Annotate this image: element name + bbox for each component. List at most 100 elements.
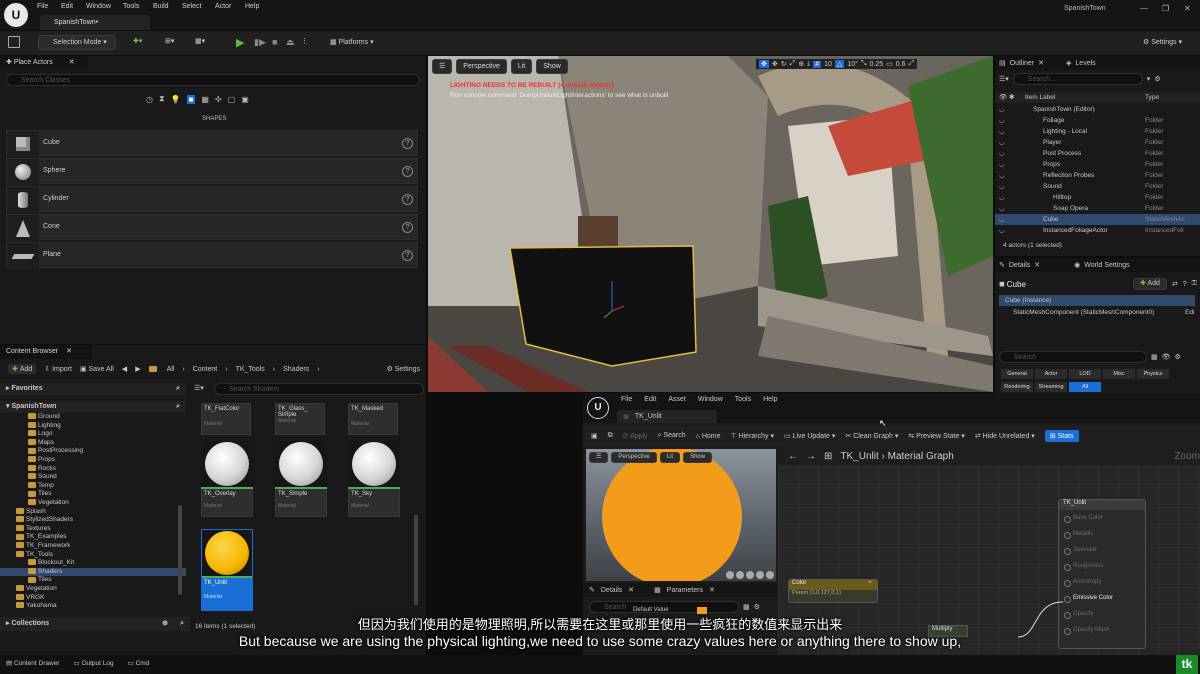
help-icon[interactable]: ? [402,222,413,233]
scale-icon[interactable]: ⤢ [790,60,796,68]
preview-cube-icon[interactable] [756,571,764,579]
tree-folder[interactable]: Rocks [0,465,186,474]
forward-icon[interactable]: ▶ [135,365,140,373]
breadcrumb-item[interactable]: Shaders [283,366,309,373]
eye-icon[interactable]: 👁 [1162,353,1171,361]
visual-effects-icon[interactable]: ✣ [215,95,222,104]
tree-folder[interactable]: Vegetation [0,585,186,594]
filter-icon[interactable]: ☰▾ [999,75,1009,83]
outliner-row[interactable]: ◡ Props Folder [995,159,1200,170]
lock-icon[interactable]: ⚿ [1192,280,1197,288]
tree-folder[interactable]: Blockout_Kit [0,559,186,568]
maximize-icon[interactable]: ❐ [1162,4,1169,13]
menu-edit[interactable]: Edit [61,3,73,10]
breadcrumb-item[interactable]: TK_Tools [236,366,265,373]
visibility-eye-icon[interactable]: ◡ [999,104,1005,115]
preview-mesh-icon[interactable] [766,571,774,579]
visibility-eye-icon[interactable]: ◡ [999,181,1005,192]
add-component-button[interactable]: ✚ Add [1132,278,1167,290]
outliner-search-input[interactable]: Search... [1012,73,1143,85]
rotate-icon[interactable]: ↻ [781,60,787,68]
save-all-button[interactable]: ▣ Save All [80,365,114,374]
outliner-row[interactable]: ◡ Soap Opera Folder [995,203,1200,214]
visibility-eye-icon[interactable]: ◡ [999,148,1005,159]
asset-scrollbar[interactable] [414,515,418,605]
grid-size[interactable]: 10 [824,61,832,68]
tree-folder[interactable]: TK_Framework [0,542,186,551]
details-tab[interactable]: Details [601,587,622,594]
asset-tile[interactable]: TK_Masked Material [348,403,398,435]
home-button[interactable]: ⌂ Home [696,433,721,440]
details-filter-general[interactable]: General [1001,369,1033,379]
levels-tab[interactable]: Levels [1075,60,1095,67]
component-row[interactable]: StaticMeshComponent (StaticMeshComponent… [1013,309,1200,316]
search-shaders-input[interactable]: Search Shaders [214,383,424,395]
shape-cone[interactable]: Cone ? [6,214,418,241]
details-filter-physics[interactable]: Physics [1137,369,1169,379]
details-filter-misc[interactable]: Misc [1103,369,1135,379]
browse-icon[interactable]: ⧉ [608,432,613,440]
menu-edit[interactable]: Edit [644,396,656,403]
close-tab-icon[interactable]: ✕ [66,348,72,355]
outliner-row[interactable]: ◡ Player Folder [995,137,1200,148]
tree-folder[interactable]: Ground [0,413,186,422]
tree-scrollbar[interactable] [178,505,182,595]
perspective-button[interactable]: Perspective [611,452,657,463]
selection-mode-dropdown[interactable]: Selection Mode ▾ [38,35,116,50]
import-button[interactable]: ⇩ Import [44,365,72,374]
parameters-tab[interactable]: Parameters [667,587,703,594]
apply-button[interactable]: ⟳ Apply [623,432,648,440]
edit-link[interactable]: Edi [1185,309,1194,316]
step-icon[interactable]: ▮▶ [254,37,266,48]
outliner-row[interactable]: ◡ SpanishTown (Editor) [995,104,1200,115]
perspective-button[interactable]: Perspective [456,59,507,74]
lights-icon[interactable]: 💡 [171,95,181,104]
menu-help[interactable]: Help [763,396,777,403]
grid-snap-icon[interactable]: # [813,60,822,68]
add-actor-icon[interactable]: ✚▾ [133,37,142,45]
menu-help[interactable]: Help [245,3,259,10]
output-log-button[interactable]: ▭ Output Log [73,659,113,667]
outliner-tab[interactable]: Outliner [1010,60,1035,67]
menu-file[interactable]: File [621,396,632,403]
save-icon[interactable]: ▣ [591,432,598,440]
recent-icon[interactable]: ◷ [146,95,153,104]
show-button[interactable]: Show [683,452,713,463]
save-icon[interactable] [8,36,20,48]
hierarchy-button[interactable]: ⊤ Hierarchy ▾ [731,432,774,440]
tree-folder[interactable]: Tiles [0,576,186,585]
tree-folder[interactable]: TK_Examples [0,533,186,542]
play-icon[interactable]: ▶ [236,36,244,49]
tree-folder[interactable]: StylizedShaders [0,516,186,525]
tree-folder[interactable]: Lighting [0,422,186,431]
help-icon[interactable]: ? [402,166,413,177]
asset-tile[interactable]: TK_Overlay Material [201,441,253,519]
content-drawer-button[interactable]: ▤ Content Drawer [6,659,59,667]
close-icon[interactable]: ✕ [1184,4,1191,13]
outliner-row[interactable]: ◡ Reflection Probes Folder [995,170,1200,181]
level-tab[interactable]: SpanishTown• [40,15,150,30]
outliner-settings-icon[interactable]: ⚙ [1154,75,1160,83]
back-icon[interactable]: ◀ [122,365,127,373]
unreal-logo-icon[interactable]: U [4,3,28,27]
shape-sphere[interactable]: Sphere ? [6,158,418,185]
breadcrumb-item[interactable]: All [167,366,175,373]
visibility-eye-icon[interactable]: ◡ [999,126,1005,137]
platforms-button[interactable]: ▦ Platforms ▾ [330,38,374,47]
cmd-button[interactable]: ▭ Cmd [128,659,150,667]
tree-folder[interactable]: Sound [0,473,186,482]
settings-icon[interactable]: ⚙ [1175,353,1181,361]
more-options-icon[interactable]: ⋮ [301,37,308,45]
grid-view-icon[interactable]: ▦ [1151,353,1158,361]
cinematic-icon[interactable]: ▦ [201,95,209,104]
rotation-size[interactable]: 10° [847,61,858,68]
material-preview-viewport[interactable]: ☰ Perspective Lit Show [586,449,776,581]
outliner-row[interactable]: ◡ Post Process Folder [995,148,1200,159]
scale-size[interactable]: 0.25 [870,61,884,68]
visibility-eye-icon[interactable]: ◡ [999,170,1005,181]
add-folder-icon[interactable]: ▾ [1147,75,1151,83]
basic-icon[interactable]: ⧗ [159,94,165,104]
breadcrumb-item[interactable]: Content [193,366,218,373]
level-viewport[interactable]: ☰ Perspective Lit Show LIGHTING NEEDS TO… [428,56,993,392]
material-tab[interactable]: ⊘ TK_Unlit [617,410,717,423]
